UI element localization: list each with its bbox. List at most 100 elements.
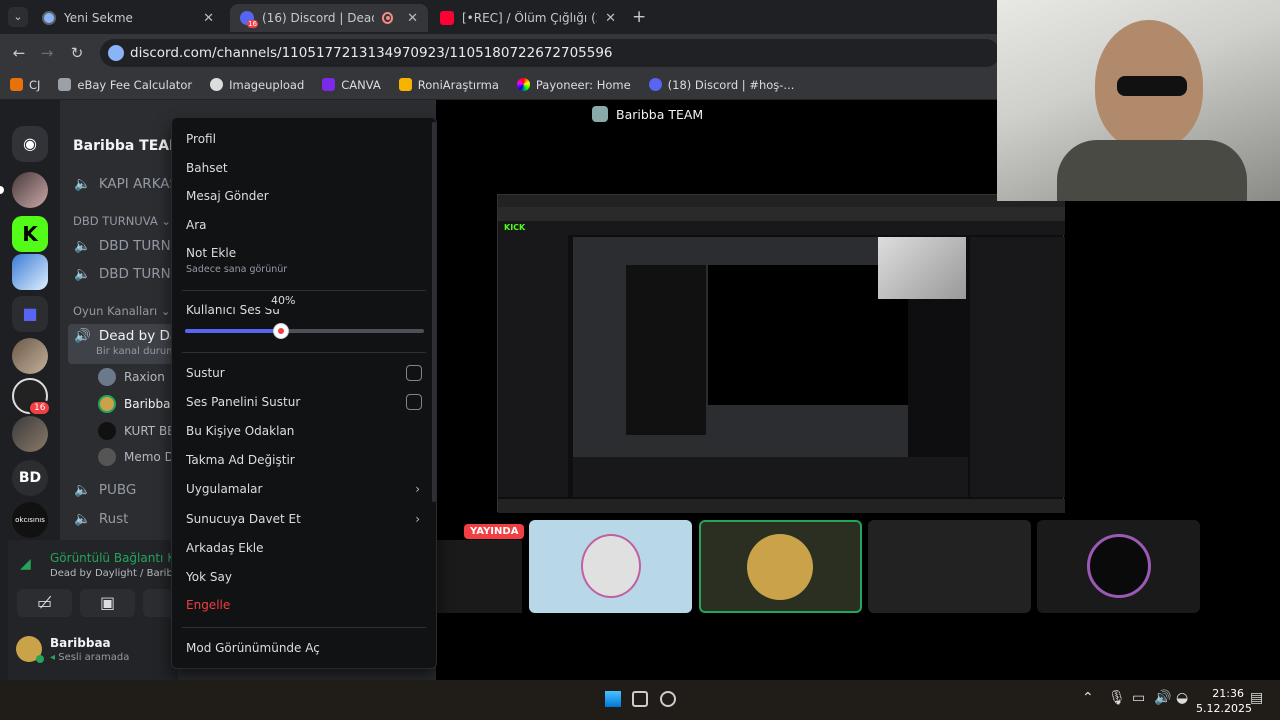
volume-slider-track[interactable] — [185, 323, 424, 339]
stream-tile[interactable] — [436, 540, 522, 613]
clock-date[interactable]: 5.12.2025 — [1196, 702, 1252, 715]
discord-icon: 16 — [240, 11, 258, 28]
server-bd[interactable]: BD — [12, 460, 48, 496]
participant-tile-speaking[interactable] — [699, 520, 862, 613]
server-avatar[interactable] — [12, 416, 48, 452]
app-icon[interactable] — [632, 691, 648, 707]
bookmark-cj[interactable]: CJ — [10, 78, 40, 92]
close-tab-icon[interactable]: ✕ — [605, 11, 616, 26]
discord-home-icon[interactable]: ◉ — [12, 126, 48, 162]
tab-title: [•REC] / Ölüm Çığlığı (2007) Tü — [462, 11, 597, 25]
menu-item-profile[interactable]: Profil — [186, 128, 422, 150]
close-tab-icon[interactable]: ✕ — [407, 11, 418, 26]
volume-slider-handle[interactable] — [272, 323, 289, 339]
participant-tile[interactable] — [1037, 520, 1200, 613]
menu-item-mute-soundboard[interactable]: Ses Panelini Sustur — [186, 391, 422, 413]
menu-item-add-friend[interactable]: Arkadaş Ekle — [186, 537, 422, 559]
menu-item-mention[interactable]: Bahset — [186, 157, 422, 179]
bookmark-label: Imageupload — [229, 77, 305, 92]
voice-user[interactable]: KURT BEY — [98, 422, 182, 440]
volume-icon[interactable]: 🔊 — [1154, 690, 1171, 706]
tab-badge: 16 — [247, 20, 258, 28]
speaker-icon: 🔈 — [74, 511, 91, 527]
bookmark-ebay[interactable]: eBay Fee Calculator — [58, 78, 192, 92]
menu-item-block[interactable]: Engelle — [186, 594, 422, 616]
server-avatar[interactable] — [12, 338, 48, 374]
activity-button[interactable] — [143, 589, 173, 617]
tab-title: (16) Discord | Dead by Dayl — [262, 11, 374, 25]
menu-item-mod-view[interactable]: Mod Görünümünde Aç — [186, 637, 422, 659]
menu-item-nickname[interactable]: Takma Ad Değiştir — [186, 449, 422, 471]
bookmark-label: (18) Discord | #hoş-... — [667, 77, 795, 92]
windows-start-icon[interactable] — [605, 691, 621, 707]
server-avatar[interactable]: 16 — [12, 378, 52, 416]
chrome-taskbar-icon[interactable] — [660, 691, 676, 707]
menu-item-message[interactable]: Mesaj Gönder — [186, 185, 422, 207]
nested-sidebar — [498, 235, 568, 497]
reload-icon[interactable]: ↻ — [66, 42, 88, 64]
mic-icon[interactable]: 🎙 — [1108, 690, 1126, 706]
tray-chevron-icon[interactable]: ⌃ — [1082, 690, 1094, 706]
server-avatar[interactable] — [12, 172, 48, 208]
nested-url-bar — [498, 207, 1065, 221]
mute-checkbox[interactable] — [406, 365, 422, 381]
menu-item-apps[interactable]: Uygulamalar › — [186, 478, 422, 500]
menu-item-ignore[interactable]: Yok Say — [186, 566, 422, 588]
menu-item-invite[interactable]: Sunucuya Davet Et › — [186, 508, 422, 530]
bookmark-label: Payoneer: Home — [535, 77, 631, 92]
soundboard-mute-checkbox[interactable] — [406, 394, 422, 410]
server-avatar[interactable] — [12, 254, 48, 290]
channel-rust[interactable]: 🔈 Rust — [74, 511, 128, 527]
discord-icon — [648, 78, 662, 91]
avatar — [1087, 534, 1151, 598]
participant-tile[interactable] — [529, 520, 692, 613]
sunglasses — [1117, 76, 1187, 96]
channel-pubg[interactable]: 🔈 PUBG — [74, 482, 136, 498]
tab-youtube[interactable]: [•REC] / Ölüm Çığlığı (2007) Tü ✕ — [430, 4, 626, 32]
menu-scrollbar[interactable] — [432, 122, 436, 502]
voice-connection-title[interactable]: Görüntülü Bağlantı K — [50, 551, 175, 565]
forward-arrow-icon[interactable]: → — [36, 42, 58, 64]
online-status-icon — [36, 655, 44, 663]
divider — [182, 352, 426, 353]
folder-icon[interactable]: ■ — [12, 296, 48, 332]
url-bar[interactable]: discord.com/channels/1105177213134970923… — [100, 39, 1000, 67]
bookmark-roni[interactable]: RoniAraştırma — [398, 78, 499, 92]
camera-off-button[interactable]: ▭̸ — [17, 589, 72, 617]
monitor-icon[interactable]: ▭ — [1132, 690, 1145, 706]
category-games[interactable]: Oyun Kanalları ⌄ — [73, 304, 170, 318]
speaker-icon: 🔈 — [74, 238, 91, 254]
bookmark-imageupload[interactable]: Imageupload — [210, 78, 304, 92]
notification-icon[interactable]: ▤ — [1250, 690, 1263, 706]
avatar — [747, 534, 813, 600]
kick-server-icon[interactable]: K — [12, 216, 48, 252]
new-tab-plus-icon[interactable]: + — [632, 7, 646, 27]
tab-new-tab[interactable]: Yeni Sekme ✕ — [32, 4, 224, 32]
stage-title: Baribba TEAM — [616, 106, 704, 122]
server-text-icon[interactable]: okcısınıs — [12, 502, 48, 538]
bookmark-discord[interactable]: (18) Discord | #hoş-... — [648, 77, 795, 92]
menu-item-focus[interactable]: Bu Kişiye Odaklan — [186, 420, 422, 442]
voice-user[interactable]: Raxion — [98, 368, 165, 386]
category-dbd[interactable]: DBD TURNUVA ⌄ — [73, 214, 171, 228]
wifi-icon[interactable]: ◒ — [1176, 690, 1188, 706]
menu-item-call[interactable]: Ara — [186, 214, 422, 236]
tab-list-chevron-icon[interactable]: ⌄ — [8, 7, 28, 27]
chevron-right-icon: › — [415, 482, 420, 496]
bookmark-canva[interactable]: CANVA — [322, 78, 381, 92]
bookmark-payoneer[interactable]: Payoneer: Home — [516, 77, 631, 92]
bookmark-label: CJ — [29, 77, 41, 92]
menu-item-mute[interactable]: Sustur — [186, 362, 422, 384]
voice-user[interactable]: Baribbaa — [98, 395, 178, 413]
participant-tile[interactable] — [868, 520, 1031, 613]
live-badge: YAYINDA — [464, 524, 525, 539]
tab-discord[interactable]: 16 (16) Discord | Dead by Dayl ✕ — [230, 4, 428, 32]
close-tab-icon[interactable]: ✕ — [203, 11, 214, 26]
user-name[interactable]: Baribbaa — [50, 636, 111, 650]
back-arrow-icon[interactable]: ← — [8, 42, 30, 64]
recording-icon — [381, 12, 394, 24]
screen-share-button[interactable]: ▣ — [80, 589, 135, 617]
shared-screen[interactable]: KICK — [497, 194, 1065, 513]
channel-kapi-arkasi[interactable]: 🔈 KAPI ARKAS — [74, 176, 178, 192]
clock-time[interactable]: 21:36 — [1202, 687, 1244, 700]
